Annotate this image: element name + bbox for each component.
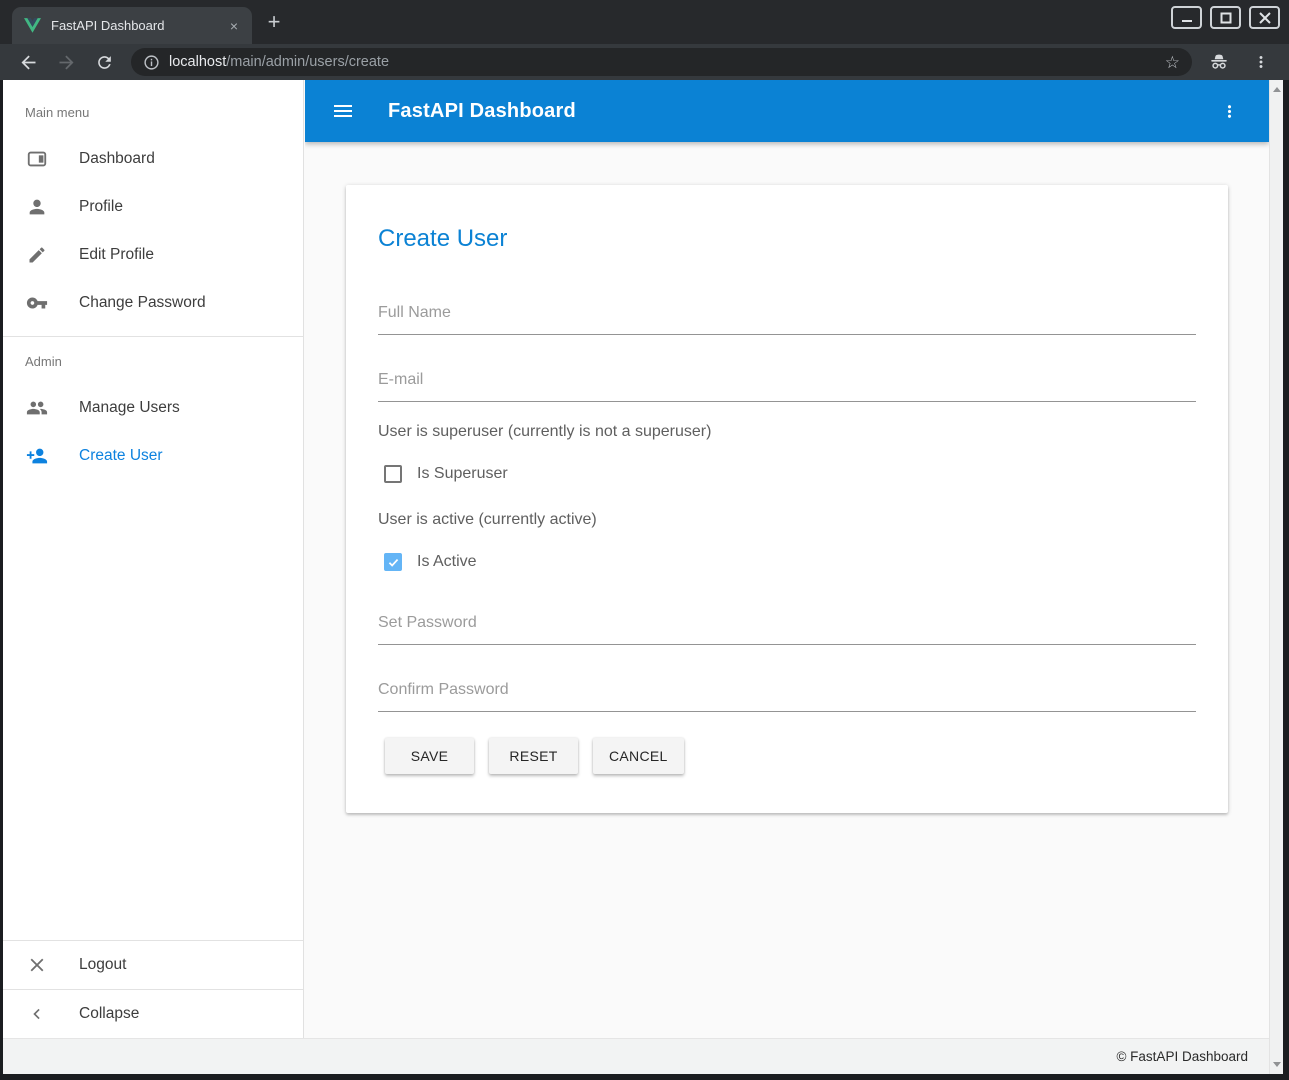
sidebar-item-label: Edit Profile [79, 246, 154, 264]
person-icon [25, 195, 49, 219]
people-icon [25, 396, 49, 420]
sidebar-item-dashboard[interactable]: Dashboard [3, 135, 303, 183]
tab-strip: FastAPI Dashboard × + [0, 0, 1289, 44]
chevron-left-icon [25, 1002, 49, 1026]
reset-button[interactable]: RESET [489, 738, 578, 774]
set-password-field[interactable] [378, 614, 1196, 645]
sidebar-section-main-menu: Main menu [3, 103, 303, 123]
sidebar-item-label: Dashboard [79, 150, 155, 168]
sidebar-item-label: Manage Users [79, 399, 180, 417]
app-title: FastAPI Dashboard [388, 100, 576, 123]
sidebar-item-label: Change Password [79, 294, 206, 312]
key-icon [25, 291, 49, 315]
window-close-button[interactable] [1249, 6, 1280, 29]
is-active-checkbox[interactable] [384, 553, 402, 571]
form-actions: SAVE RESET CANCEL [385, 738, 1196, 774]
is-superuser-label[interactable]: Is Superuser [417, 465, 508, 483]
bookmark-star-icon[interactable]: ☆ [1165, 54, 1180, 71]
tab-close-icon[interactable]: × [224, 16, 244, 36]
url-text: localhost/main/admin/users/create [169, 54, 389, 70]
tab-title: FastAPI Dashboard [51, 18, 224, 33]
sidebar-item-change-password[interactable]: Change Password [3, 279, 303, 327]
vue-favicon-icon [24, 18, 41, 33]
cancel-button[interactable]: CANCEL [593, 738, 684, 774]
superuser-note: User is superuser (currently is not a su… [378, 423, 1196, 441]
incognito-icon [1206, 49, 1232, 75]
browser-menu-button[interactable] [1248, 49, 1274, 75]
create-user-card: Create User User is superuser (currently… [346, 185, 1228, 813]
sidebar-item-collapse[interactable]: Collapse [3, 990, 303, 1038]
is-superuser-row: Is Superuser [384, 465, 1196, 483]
forward-button[interactable] [53, 49, 79, 75]
minimize-button[interactable] [1171, 6, 1202, 29]
hamburger-menu-button[interactable] [331, 99, 355, 123]
sidebar-item-logout[interactable]: Logout [3, 941, 303, 989]
email-field[interactable] [378, 371, 1196, 402]
dashboard-icon [25, 147, 49, 171]
browser-toolbar: localhost/main/admin/users/create ☆ [0, 44, 1289, 80]
page-content: Main menu Dashboard Profile Edit Profile [3, 80, 1283, 1074]
scrollbar-up-icon[interactable] [1273, 87, 1281, 92]
page-footer: © FastAPI Dashboard [3, 1038, 1269, 1074]
url-host: localhost [169, 54, 226, 70]
reload-button[interactable] [91, 49, 117, 75]
sidebar-item-label: Profile [79, 198, 123, 216]
browser-window: FastAPI Dashboard × + [0, 0, 1289, 1080]
is-active-label[interactable]: Is Active [417, 553, 477, 571]
url-path: /main/admin/users/create [226, 54, 389, 70]
sidebar-item-manage-users[interactable]: Manage Users [3, 384, 303, 432]
confirm-password-field[interactable] [378, 681, 1196, 712]
new-tab-button[interactable]: + [260, 9, 288, 37]
sidebar-divider [3, 336, 303, 337]
person-add-icon [25, 444, 49, 468]
maximize-button[interactable] [1210, 6, 1241, 29]
sidebar-item-label: Logout [79, 956, 126, 974]
sidebar-item-label: Collapse [79, 1005, 139, 1023]
sidebar-item-create-user[interactable]: Create User [3, 432, 303, 480]
is-superuser-checkbox[interactable] [384, 465, 402, 483]
browser-tab[interactable]: FastAPI Dashboard × [12, 7, 252, 44]
app-bar: FastAPI Dashboard [305, 80, 1269, 142]
save-button[interactable]: SAVE [385, 738, 474, 774]
active-note: User is active (currently active) [378, 511, 1196, 529]
sidebar: Main menu Dashboard Profile Edit Profile [3, 80, 304, 1038]
sidebar-section-admin: Admin [3, 352, 303, 372]
page-info-icon[interactable] [143, 54, 160, 71]
vertical-scrollbar[interactable] [1269, 80, 1283, 1074]
window-controls [1171, 6, 1280, 29]
sidebar-spacer [3, 480, 303, 940]
full-name-field[interactable] [378, 304, 1196, 335]
main-area: FastAPI Dashboard Create User User is su… [305, 80, 1269, 1038]
copyright-text: © FastAPI Dashboard [1116, 1049, 1248, 1064]
sidebar-item-edit-profile[interactable]: Edit Profile [3, 231, 303, 279]
back-button[interactable] [15, 49, 41, 75]
pencil-icon [25, 243, 49, 267]
sidebar-item-profile[interactable]: Profile [3, 183, 303, 231]
close-icon [25, 953, 49, 977]
sidebar-item-label: Create User [79, 447, 163, 465]
page-title: Create User [378, 223, 1196, 255]
scrollbar-down-icon[interactable] [1273, 1062, 1281, 1067]
app-menu-button[interactable] [1215, 97, 1243, 125]
address-bar[interactable]: localhost/main/admin/users/create ☆ [131, 48, 1192, 76]
is-active-row: Is Active [384, 553, 1196, 571]
